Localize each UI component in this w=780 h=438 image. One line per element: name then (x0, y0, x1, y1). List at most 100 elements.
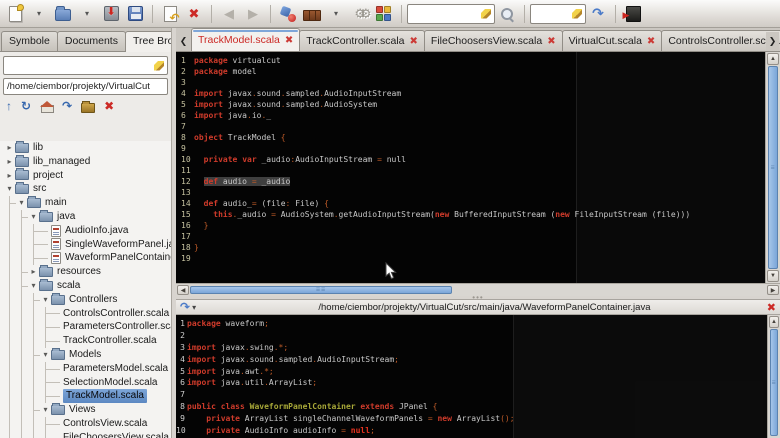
revert-button[interactable] (159, 2, 181, 26)
execute-button[interactable]: ⚙⚙ (349, 2, 371, 26)
expander-open-icon[interactable]: ▾ (16, 196, 27, 210)
tree-row-Views[interactable]: ▾ Views (0, 403, 171, 417)
vertical-scrollbar-main[interactable]: ▲ ▼ ≡ (765, 52, 780, 283)
tree-row-Controllers[interactable]: ▾ Controllers (0, 292, 171, 307)
follow-file-icon[interactable]: ↷ (180, 300, 190, 314)
tree-row-resources[interactable]: ▸ resources (0, 265, 171, 279)
tree-row-FileChoosersView.scala[interactable]: FileChoosersView.scala (0, 430, 171, 438)
tree-row-ControlsController.scala[interactable]: ControlsController.scala (0, 306, 171, 321)
save-button[interactable] (100, 2, 122, 26)
file-tree[interactable]: ▸ lib ▸ lib_managed ▸ project ▾ src ▾ main ▾ java Au… (0, 141, 171, 438)
search-input[interactable] (407, 3, 495, 24)
new-file-button[interactable] (4, 2, 26, 26)
tab-close-icon[interactable]: ✖ (410, 36, 418, 47)
tree-row-ParametersController.scala[interactable]: ParametersController.scala (0, 320, 171, 335)
tree-row-java[interactable]: ▾ java (0, 209, 171, 224)
editor-tab-TrackController.scala[interactable]: TrackController.scala ✖ (299, 30, 425, 51)
home-button[interactable] (40, 100, 55, 113)
search-button[interactable] (496, 2, 518, 26)
scroll-left-button[interactable]: ◀ (177, 285, 189, 295)
tab-close-icon[interactable]: ✖ (547, 36, 555, 47)
close-tree-button[interactable]: ✖ (104, 99, 114, 113)
refresh-button[interactable]: ↻ (21, 99, 31, 113)
editor-tab-FileChoosersView.scala[interactable]: FileChoosersView.scala ✖ (423, 30, 563, 51)
vertical-scrollbar-bottom[interactable]: ▲ ≡ (767, 315, 780, 438)
build-button[interactable] (301, 2, 323, 26)
close-bottom-panel-button[interactable]: ✖ (767, 301, 776, 314)
scrollbar-thumb[interactable]: ≡ (768, 66, 778, 269)
tab-scroll-left-button[interactable]: ❮ (177, 32, 190, 50)
expander-open-icon[interactable]: ▾ (40, 348, 51, 362)
tree-row-ParametersModel.scala[interactable]: ParametersModel.scala (0, 361, 171, 376)
tree-row-lib_managed[interactable]: ▸ lib_managed (0, 154, 171, 169)
tree-row-Models[interactable]: ▾ Models (0, 347, 171, 362)
goto-line-input[interactable] (530, 3, 586, 24)
scrollbar-thumb[interactable]: ≡ (770, 329, 778, 436)
tree-row-lib[interactable]: ▸ lib (0, 141, 171, 155)
tree-row-project[interactable]: ▸ project (0, 168, 171, 183)
chevron-down-icon[interactable]: ▾ (192, 303, 196, 312)
expander-closed-icon[interactable]: ▸ (4, 169, 15, 183)
tree-row-SelectionModel.scala[interactable]: SelectionModel.scala (0, 375, 171, 390)
goto-line-field[interactable] (534, 8, 572, 19)
expander-open-icon[interactable]: ▾ (28, 210, 39, 224)
new-file-dropdown[interactable]: ▾ (28, 2, 50, 26)
open-file-dropdown[interactable]: ▾ (76, 2, 98, 26)
tree-path-entry[interactable] (3, 78, 168, 95)
tree-filter-input[interactable] (7, 60, 154, 71)
open-file-button[interactable] (52, 2, 74, 26)
expander-open-icon[interactable]: ▾ (40, 293, 51, 307)
expander-closed-icon[interactable]: ▸ (4, 155, 15, 169)
close-file-button[interactable]: ✖ (183, 2, 205, 26)
scroll-up-button[interactable]: ▲ (767, 53, 779, 65)
tree-row-scala[interactable]: ▾ scala (0, 278, 171, 293)
expander-closed-icon[interactable]: ▸ (4, 141, 15, 155)
track-path-button[interactable]: ↷ (62, 99, 72, 113)
tree-row-WaveformPanelContainer.java[interactable]: WaveformPanelContainer.java (0, 251, 171, 266)
tree-row-src[interactable]: ▾ src (0, 182, 171, 196)
expander-open-icon[interactable]: ▾ (4, 182, 15, 196)
navigate-back-button[interactable]: ◀ (218, 2, 240, 26)
tree-row-ControlsView.scala[interactable]: ControlsView.scala (0, 416, 171, 431)
scroll-up-button[interactable]: ▲ (769, 316, 779, 328)
clear-icon[interactable] (572, 8, 582, 19)
search-input-field[interactable] (411, 8, 481, 19)
tree-row-main[interactable]: ▾ main (0, 196, 171, 210)
tree-row-TrackController.scala[interactable]: TrackController.scala (0, 334, 171, 348)
scroll-right-button[interactable]: ▶ (767, 285, 779, 295)
current-folder-button[interactable] (81, 100, 96, 113)
compile-button[interactable] (277, 2, 299, 26)
tree-row-AudioInfo.java[interactable]: AudioInfo.java (0, 223, 171, 238)
folder-icon (51, 347, 65, 360)
clear-filter-icon[interactable] (154, 60, 164, 71)
tree-row-SingleWaveformPanel.java[interactable]: SingleWaveformPanel.java (0, 237, 171, 252)
scroll-down-button[interactable]: ▼ (767, 270, 779, 282)
editor-tab-TrackModel.scala[interactable]: TrackModel.scala ✖ (191, 28, 301, 51)
expander-closed-icon[interactable]: ▸ (28, 265, 39, 279)
up-directory-button[interactable]: ↑ (6, 99, 12, 113)
tab-scroll-right-button[interactable]: ❯ (766, 32, 779, 50)
tree-path-input[interactable] (7, 81, 164, 92)
tree-connector-line (45, 327, 60, 329)
sidebar-tab-symbole[interactable]: Symbole (1, 31, 58, 51)
goto-line-button[interactable]: ↷ (587, 2, 609, 26)
sidebar-tab-tree-browser[interactable]: Tree Browser (124, 31, 171, 52)
editor-tab-ControlsController.scala[interactable]: ControlsController.scala✖ (661, 30, 780, 51)
tab-close-icon[interactable]: ✖ (647, 36, 655, 47)
tree-row-TrackModel.scala[interactable]: TrackModel.scala (0, 389, 171, 404)
build-dropdown[interactable]: ▾ (325, 2, 347, 26)
navigate-forward-button[interactable]: ▶ (242, 2, 264, 26)
quit-button[interactable] (622, 2, 644, 26)
editor-tab-VirtualCut.scala[interactable]: VirtualCut.scala ✖ (561, 30, 663, 51)
tab-close-icon[interactable]: ✖ (285, 35, 293, 46)
code-editor-main[interactable]: 1 package virtualcut 2 package model 3 4 impor… (176, 52, 765, 283)
color-chooser-button[interactable] (373, 2, 395, 26)
save-all-button[interactable] (124, 2, 146, 26)
expander-open-icon[interactable]: ▾ (40, 403, 51, 417)
expander-open-icon[interactable]: ▾ (28, 279, 39, 293)
tree-filter-entry[interactable] (3, 56, 168, 75)
clear-icon[interactable] (481, 8, 491, 19)
code-editor-bottom[interactable]: 1 package waveform; 2 3 import javax.swing.*… (176, 315, 767, 438)
sidebar-tab-documents[interactable]: Documents (56, 31, 126, 51)
scrollbar-thumb[interactable]: ≡≡ (190, 286, 452, 294)
